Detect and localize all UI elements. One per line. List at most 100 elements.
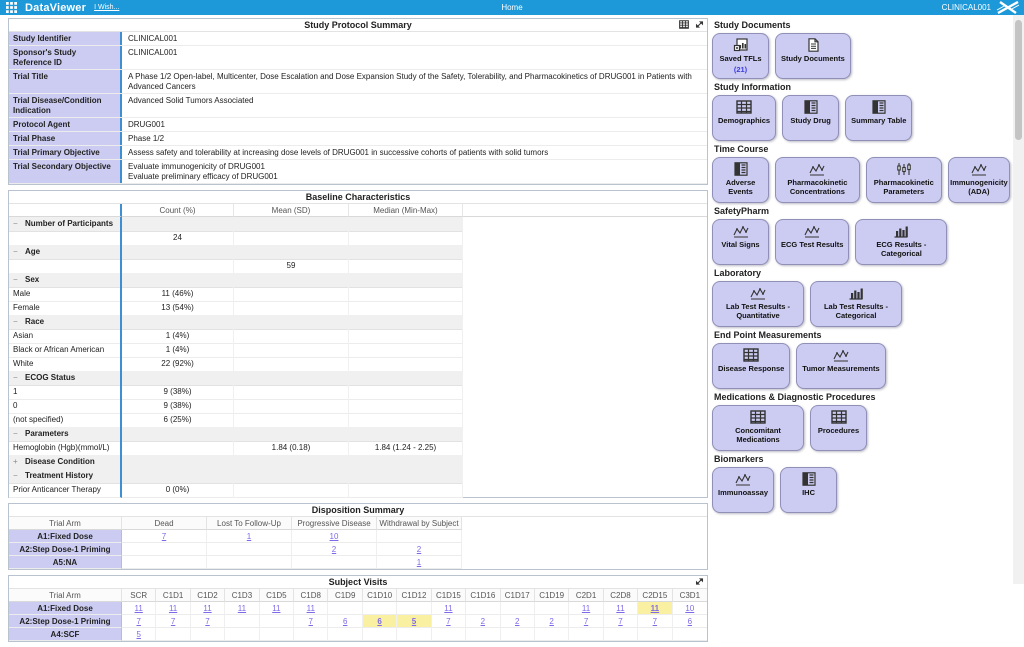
visit-count-link[interactable]: 7 xyxy=(205,617,209,626)
visit-count-link[interactable]: 7 xyxy=(309,617,313,626)
collapse-group-icon[interactable]: − xyxy=(13,427,21,441)
visit-count-link[interactable]: 11 xyxy=(272,604,280,613)
apps-grid-icon[interactable] xyxy=(6,2,17,13)
disposition-count-link[interactable]: 7 xyxy=(162,532,166,541)
expand-panel-icon[interactable] xyxy=(695,577,704,586)
sidebar-button-ecg-results-categorical[interactable]: ECG Results - Categorical xyxy=(855,219,947,265)
sidebar-button-summary-table[interactable]: Summary Table xyxy=(845,95,912,141)
visit-count-link[interactable]: 11 xyxy=(582,604,590,613)
sidebar-button-study-documents[interactable]: Study Documents xyxy=(775,33,851,79)
visit-count-link[interactable]: 5 xyxy=(136,630,140,639)
disposition-count-cell xyxy=(122,556,207,569)
baseline-label-cell: White xyxy=(9,357,122,372)
visit-count-link[interactable]: 11 xyxy=(238,604,246,613)
collapse-group-icon[interactable]: − xyxy=(13,273,21,287)
sidebar-button-pharmacokinetic-concentrations[interactable]: Pharmacokinetic Concentrations xyxy=(775,157,860,203)
sidebar-button-label: Concomitant Medications xyxy=(718,426,798,444)
home-nav-link[interactable]: Home xyxy=(501,0,522,15)
protocol-value-cell: A Phase 1/2 Open-label, Multicenter, Dos… xyxy=(122,70,707,93)
vertical-scrollbar[interactable] xyxy=(1013,15,1024,584)
disposition-count-link[interactable]: 1 xyxy=(417,558,421,567)
sidebar-section-label: Study Information xyxy=(714,82,1010,92)
collapse-group-icon[interactable]: − xyxy=(13,217,21,231)
protocol-value-cell: Advanced Solid Tumors Associated xyxy=(122,94,707,117)
visit-count-link[interactable]: 2 xyxy=(481,617,485,626)
sidebar-button-label: Procedures xyxy=(818,426,859,435)
baseline-group-label: Disease Condition xyxy=(25,457,95,466)
sidebar-button-procedures[interactable]: Procedures xyxy=(810,405,867,451)
disposition-count-link[interactable]: 2 xyxy=(417,545,421,554)
visit-count-link[interactable]: 7 xyxy=(584,617,588,626)
sidebar-button-label: ECG Results - Categorical xyxy=(861,240,941,258)
visit-count-link[interactable]: 7 xyxy=(136,617,140,626)
baseline-value-cell xyxy=(349,259,463,274)
visit-count-cell xyxy=(363,628,397,641)
protocol-row: Trial Disease/Condition IndicationAdvanc… xyxy=(9,94,707,118)
sidebar-button-concomitant-medications[interactable]: Concomitant Medications xyxy=(712,405,804,451)
protocol-row: Study IdentifierCLINICAL001 xyxy=(9,32,707,46)
visit-count-cell: 7 xyxy=(638,615,672,628)
visit-count-link[interactable]: 7 xyxy=(653,617,657,626)
visit-count-link[interactable]: 11 xyxy=(135,604,143,613)
collapse-group-icon[interactable]: − xyxy=(13,469,21,483)
expand-panel-icon[interactable] xyxy=(695,20,704,29)
visit-count-link[interactable]: 7 xyxy=(171,617,175,626)
collapse-group-icon[interactable]: − xyxy=(13,371,21,385)
box-plot-icon xyxy=(896,162,912,176)
baseline-value-cell xyxy=(349,399,463,414)
visit-count-link[interactable]: 11 xyxy=(203,604,211,613)
sidebar-button-pharmacokinetic-parameters[interactable]: Pharmacokinetic Parameters xyxy=(866,157,942,203)
visit-count-cell xyxy=(397,628,431,641)
visit-count-cell xyxy=(432,628,466,641)
sidebar-button-immunogenicity-ada[interactable]: Immunogenicity (ADA) xyxy=(948,157,1010,203)
visit-count-link[interactable]: 6 xyxy=(688,617,692,626)
visit-count-link[interactable]: 5 xyxy=(412,617,416,626)
collapse-group-icon[interactable]: − xyxy=(13,245,21,259)
baseline-value-cell: 1.84 (0.18) xyxy=(234,441,349,456)
visit-count-link[interactable]: 10 xyxy=(685,604,694,613)
sidebar-button-demographics[interactable]: Demographics xyxy=(712,95,776,141)
visit-count-link[interactable]: 11 xyxy=(616,604,624,613)
sidebar-button-vital-signs[interactable]: Vital Signs xyxy=(712,219,769,265)
protocol-value-cell: Assess safety and tolerability at increa… xyxy=(122,146,707,159)
visit-count-link[interactable]: 11 xyxy=(169,604,177,613)
visit-count-link[interactable]: 7 xyxy=(446,617,450,626)
visit-count-link[interactable]: 11 xyxy=(307,604,315,613)
disposition-count-link[interactable]: 1 xyxy=(247,532,251,541)
baseline-value-cell xyxy=(234,385,349,400)
scrollbar-thumb[interactable] xyxy=(1015,20,1022,140)
visits-column-header: C1D16 xyxy=(466,589,500,602)
collapse-group-icon[interactable]: − xyxy=(13,315,21,329)
sidebar-button-immunoassay[interactable]: Immunoassay xyxy=(712,467,774,513)
visit-count-link[interactable]: 11 xyxy=(651,604,659,613)
panel-title-bar: Subject Visits xyxy=(9,576,707,589)
trial-arm-cell: A2:Step Dose-1 Priming Dose xyxy=(9,615,122,628)
visit-count-link[interactable]: 2 xyxy=(515,617,519,626)
visit-count-link[interactable]: 7 xyxy=(618,617,622,626)
sidebar-button-ecg-test-results[interactable]: ECG Test Results xyxy=(775,219,849,265)
visits-column-header: C2D1 xyxy=(569,589,603,602)
expand-group-icon[interactable]: + xyxy=(13,455,21,469)
visits-column-header: C2D8 xyxy=(604,589,638,602)
disposition-count-link[interactable]: 2 xyxy=(332,545,336,554)
visit-count-link[interactable]: 6 xyxy=(377,617,381,626)
sidebar-button-lab-test-results-categorical[interactable]: Lab Test Results - Categorical xyxy=(810,281,902,327)
visit-count-cell: 5 xyxy=(397,615,431,628)
sidebar-section-label: Time Course xyxy=(714,144,1010,154)
disposition-count-link[interactable]: 10 xyxy=(330,532,339,541)
sidebar-button-ihc[interactable]: IHC xyxy=(780,467,837,513)
sidebar-button-disease-response[interactable]: Disease Response xyxy=(712,343,790,389)
sidebar-button-adverse-events[interactable]: Adverse Events xyxy=(712,157,769,203)
baseline-label-cell xyxy=(9,231,122,246)
table-view-icon[interactable] xyxy=(679,20,689,29)
sidebar-button-saved-tfls[interactable]: Saved TFLs(21) xyxy=(712,33,769,79)
visit-count-link[interactable]: 6 xyxy=(343,617,347,626)
baseline-value-cell xyxy=(349,287,463,302)
visit-count-link[interactable]: 2 xyxy=(549,617,553,626)
visit-count-link[interactable]: 11 xyxy=(444,604,452,613)
sidebar-button-study-drug[interactable]: Study Drug xyxy=(782,95,839,141)
sidebar-button-tumor-measurements[interactable]: Tumor Measurements xyxy=(796,343,885,389)
baseline-label-cell: −Sex xyxy=(9,273,122,288)
i-wish-link[interactable]: I Wish... xyxy=(94,4,119,11)
sidebar-button-lab-test-results-quantitative[interactable]: Lab Test Results - Quantitative xyxy=(712,281,804,327)
